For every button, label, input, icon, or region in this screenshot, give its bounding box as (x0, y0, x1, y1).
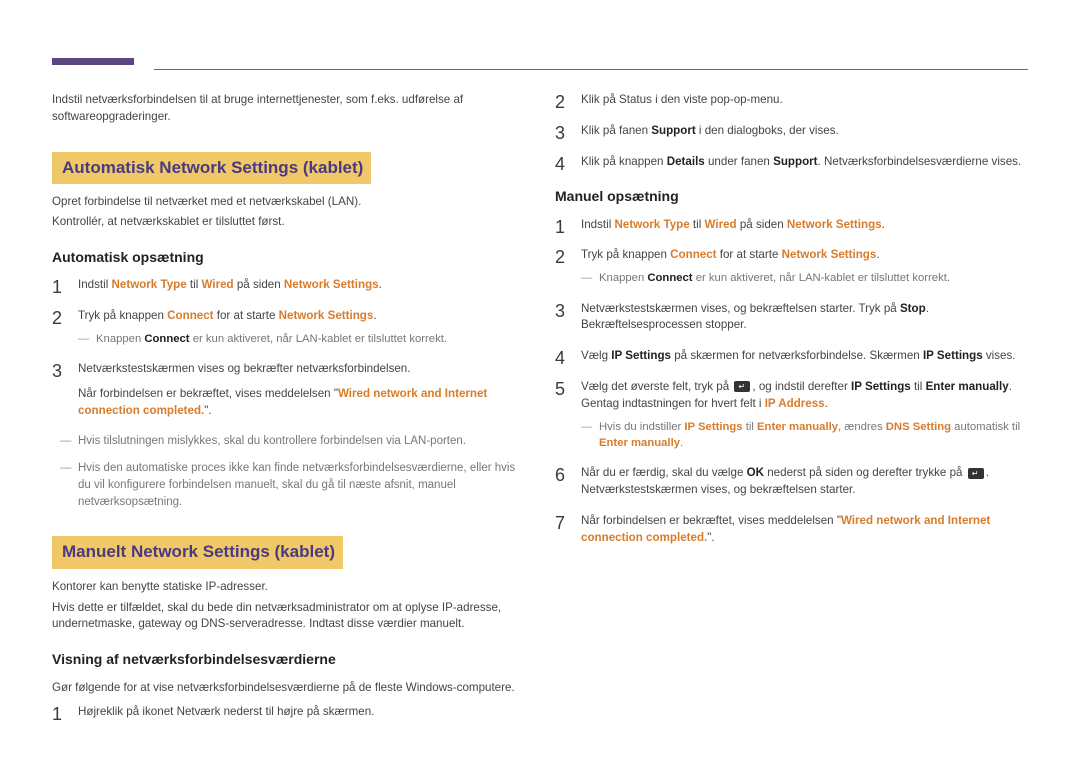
list-item: Når du er færdig, skal du vælge OK neder… (555, 465, 1028, 499)
view-values-subtitle: Visning af netværksforbindelsesværdierne (52, 649, 525, 669)
section-manual-title: Manuelt Network Settings (kablet) (52, 536, 343, 569)
note: Knappen Connect er kun aktiveret, når LA… (581, 270, 1028, 286)
manual-desc-2: Hvis dette er tilfældet, skal du bede di… (52, 600, 525, 634)
list-item: Klik på Status i den viste pop-op-menu. (555, 92, 1028, 109)
list-item: Når forbindelsen er bekræftet, vises med… (555, 513, 1028, 547)
accent-bar (52, 58, 134, 65)
auto-desc-1: Opret forbindelse til netværket med et n… (52, 194, 525, 211)
left-column: Indstil netværksforbindelsen til at brug… (52, 60, 525, 735)
manual-desc-1: Kontorer kan benytte statiske IP-adresse… (52, 579, 525, 596)
list-item: Vælg IP Settings på skærmen for netværks… (555, 348, 1028, 365)
view-values-intro: Gør følgende for at vise netværksforbind… (52, 680, 525, 697)
list-item: Vælg det øverste felt, tryk på , og inds… (555, 379, 1028, 451)
enter-icon (734, 381, 750, 392)
after-note-2: Hvis den automatiske proces ikke kan fin… (52, 460, 525, 510)
list-item: Indstil Network Type til Wired på siden … (555, 217, 1028, 234)
page-header-rule (52, 58, 1028, 70)
list-item: Højreklik på ikonet Netværk nederst til … (52, 704, 525, 721)
note: Hvis du indstiller IP Settings til Enter… (581, 419, 1028, 452)
list-item: Klik på fanen Support i den dialogboks, … (555, 123, 1028, 140)
view-values-steps: Højreklik på ikonet Netværk nederst til … (52, 704, 525, 721)
view-values-steps-cont: Klik på Status i den viste pop-op-menu. … (555, 92, 1028, 170)
manual-setup-subtitle: Manuel opsætning (555, 186, 1028, 206)
auto-desc-2: Kontrollér, at netværkskablet er tilslut… (52, 214, 525, 231)
list-item: Tryk på knappen Connect for at starte Ne… (52, 308, 525, 347)
intro-text: Indstil netværksforbindelsen til at brug… (52, 92, 525, 126)
auto-subtitle: Automatisk opsætning (52, 247, 525, 267)
section-auto-title: Automatisk Network Settings (kablet) (52, 152, 371, 185)
list-item: Netværkstestskærmen vises, og bekræftels… (555, 301, 1028, 335)
list-item: Klik på knappen Details under fanen Supp… (555, 154, 1028, 171)
right-column: Klik på Status i den viste pop-op-menu. … (555, 60, 1028, 735)
enter-icon (968, 468, 984, 479)
note: Knappen Connect er kun aktiveret, når LA… (78, 331, 525, 347)
list-item: Tryk på knappen Connect for at starte Ne… (555, 247, 1028, 286)
manual-setup-steps: Indstil Network Type til Wired på siden … (555, 217, 1028, 547)
auto-steps: Indstil Network Type til Wired på siden … (52, 277, 525, 419)
after-note-1: Hvis tilslutningen mislykkes, skal du ko… (52, 433, 525, 450)
list-item: Netværkstestskærmen vises og bekræfter n… (52, 361, 525, 419)
list-item: Indstil Network Type til Wired på siden … (52, 277, 525, 294)
